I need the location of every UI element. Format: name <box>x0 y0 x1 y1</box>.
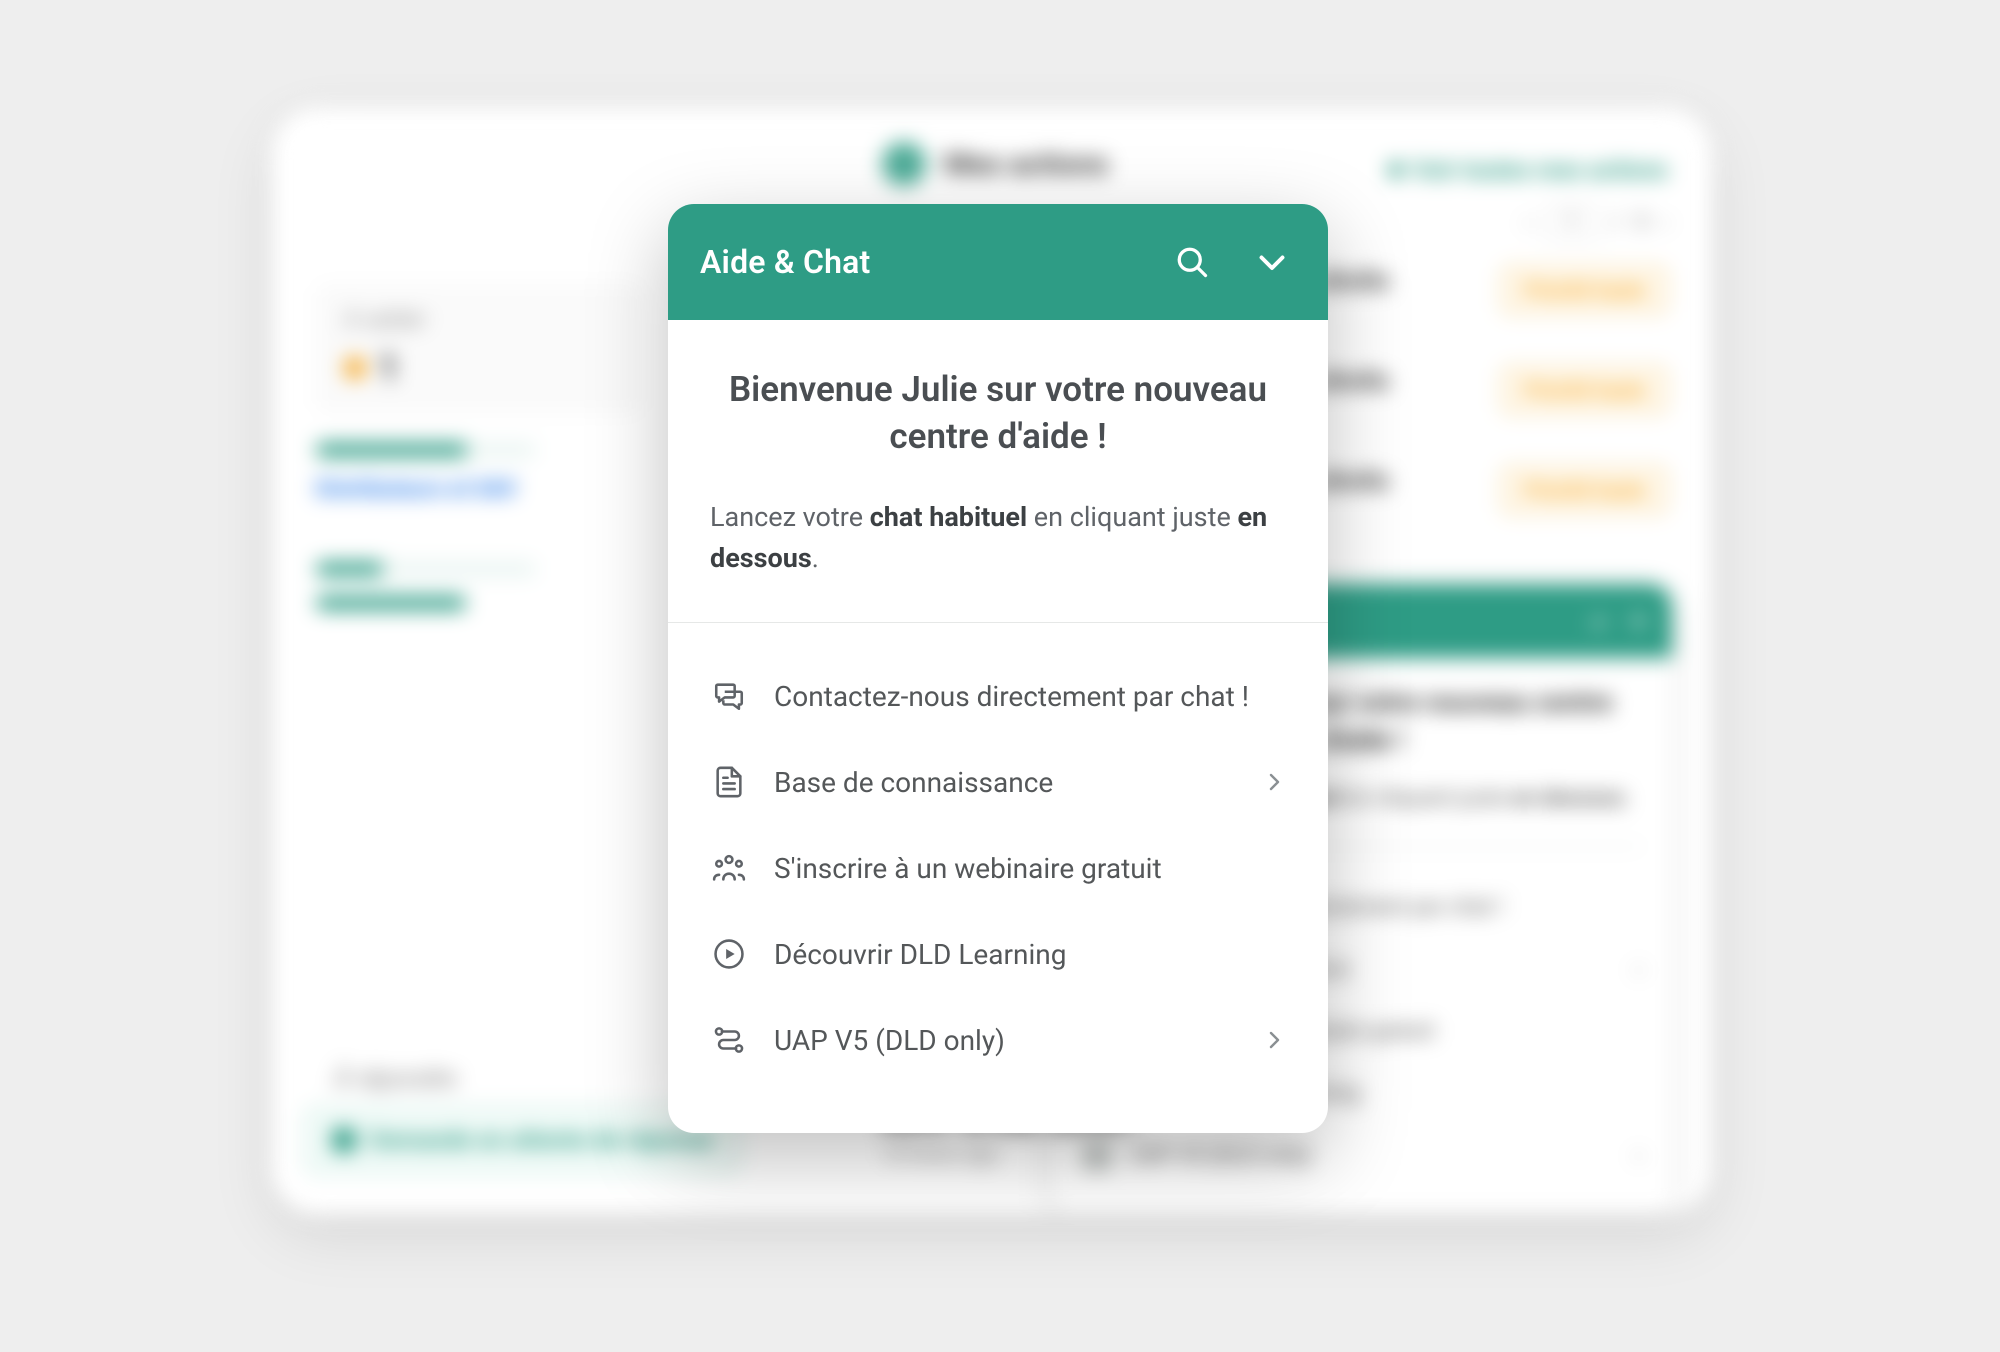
route-icon <box>710 1021 748 1059</box>
bg-caption-sub: 10 hours ago <box>882 1142 1144 1166</box>
help-subtitle: Lancez votre chat habituel en cliquant j… <box>710 497 1286 581</box>
priority-badge: Priorité haute <box>1501 266 1668 314</box>
help-sub-part: Lancez votre <box>710 501 870 533</box>
help-item-knowledge-base[interactable]: Base de connaissance <box>710 739 1286 825</box>
help-panel: Aide & Chat Bienvenue Julie sur votre no… <box>668 204 1328 1133</box>
chevron-right-icon <box>1262 1028 1286 1052</box>
bg-stat-value: 1 <box>378 347 399 389</box>
bg-breakdown-label: Distributeurs et SAV <box>316 477 642 502</box>
help-item-chat[interactable]: Contactez-nous directement par chat ! <box>710 653 1286 739</box>
pager-next[interactable]: › <box>1661 210 1668 235</box>
help-body: Bienvenue Julie sur votre nouveau centre… <box>668 320 1328 1133</box>
help-item-label: UAP V5 (DLD only) <box>774 1024 1236 1057</box>
help-header-title: Aide & Chat <box>700 243 871 281</box>
pager-page: 1 <box>1546 206 1598 239</box>
bg-view-all-link[interactable]: Voir toutes mes actions <box>1389 156 1668 184</box>
bg-progress-bar <box>316 443 536 457</box>
plus-icon <box>1389 163 1403 177</box>
bg-pager[interactable]: ‹ 1 / 3 › <box>1525 206 1668 239</box>
bg-bottom-pill-label: Demande en attente de réponse <box>370 1126 713 1154</box>
help-item-label: S'inscrire à un webinaire gratuit <box>774 852 1286 885</box>
help-item-label: Base de connaissance <box>774 766 1236 799</box>
people-icon <box>710 849 748 887</box>
help-item-learning[interactable]: Découvrir DLD Learning <box>710 911 1286 997</box>
help-item-webinar[interactable]: S'inscrire à un webinaire gratuit <box>710 825 1286 911</box>
help-header: Aide & Chat <box>668 204 1328 320</box>
collapse-button[interactable] <box>1252 242 1292 282</box>
chevron-right-icon <box>1262 770 1286 794</box>
divider <box>668 622 1328 623</box>
bg-left-column: À valider 1 Distributeurs et SAV <box>316 284 642 630</box>
priority-badge: Priorité haute <box>1501 366 1668 414</box>
bg-actions-title: Mes actions <box>944 147 1108 182</box>
bg-stat-card: À valider 1 <box>316 284 642 413</box>
chevron-down-icon: ˅ <box>1631 606 1646 637</box>
play-circle-icon <box>710 935 748 973</box>
help-list: Contactez-nous directement par chat ! Ba… <box>710 633 1286 1123</box>
pager-total: 3 <box>1635 210 1647 235</box>
help-item-label: Contactez-nous directement par chat ! <box>774 680 1286 713</box>
chat-icon <box>710 677 748 715</box>
chevron-down-icon <box>1254 244 1290 280</box>
search-icon <box>1174 244 1210 280</box>
inbox-icon <box>332 1128 356 1152</box>
help-sub-part: . <box>812 542 819 574</box>
help-sub-bold: chat habituel <box>870 501 1027 533</box>
bg-progress-bar <box>316 562 536 576</box>
help-welcome-title: Bienvenue Julie sur votre nouveau centre… <box>710 366 1286 461</box>
status-dot-icon <box>344 357 366 379</box>
help-item-label: Découvrir DLD Learning <box>774 938 1286 971</box>
priority-badge: Priorité haute <box>1501 466 1668 514</box>
bg-stat-label: À valider <box>344 308 614 333</box>
avatar <box>882 142 926 186</box>
help-item-uap[interactable]: UAP V5 (DLD only) <box>710 997 1286 1083</box>
search-button[interactable] <box>1172 242 1212 282</box>
search-icon: ⌕ <box>1592 606 1607 637</box>
bg-actions-header: Mes actions <box>882 142 1108 186</box>
bg-progress-bar <box>316 596 466 610</box>
bg-view-all-label: Voir toutes mes actions <box>1413 156 1668 184</box>
help-sub-part: en cliquant juste <box>1027 501 1237 533</box>
bg-echo-item: UAP V5 (DLD only)› <box>1082 1125 1642 1187</box>
pager-sep: / <box>1612 210 1621 235</box>
document-icon <box>710 763 748 801</box>
pager-prev[interactable]: ‹ <box>1525 210 1532 235</box>
